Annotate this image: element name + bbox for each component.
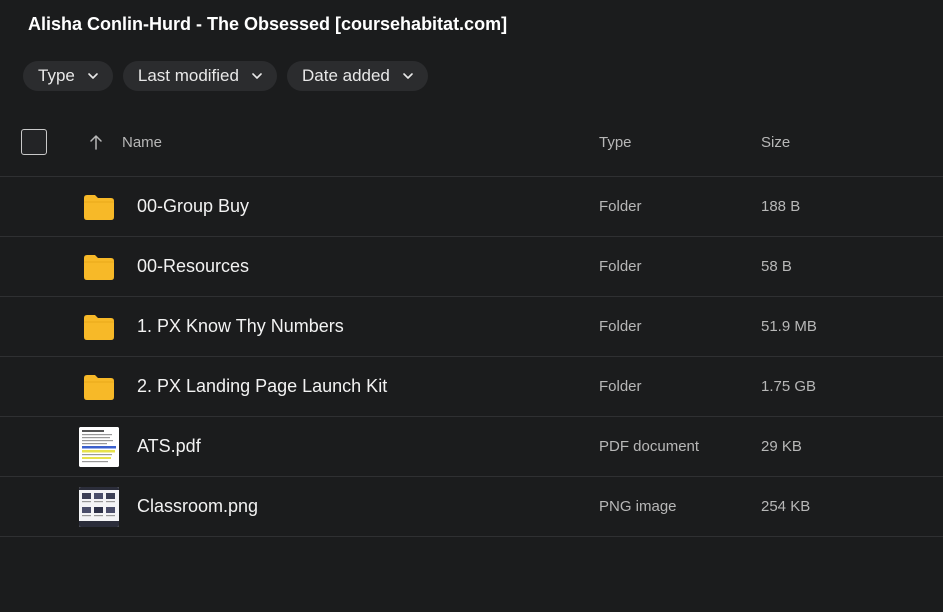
table-row[interactable]: ATS.pdf PDF document 29 KB xyxy=(0,417,943,477)
table-row[interactable]: Classroom.png PNG image 254 KB xyxy=(0,477,943,537)
row-type: Folder xyxy=(599,378,642,395)
row-name: 2. PX Landing Page Launch Kit xyxy=(137,376,388,396)
column-header-name[interactable]: Name xyxy=(122,134,162,151)
row-name: 00-Group Buy xyxy=(137,196,250,216)
row-size: 254 KB xyxy=(761,498,811,515)
row-name: ATS.pdf xyxy=(137,436,201,456)
row-name: 00-Resources xyxy=(137,256,250,276)
row-name: 1. PX Know Thy Numbers xyxy=(137,316,344,336)
chevron-down-icon xyxy=(252,73,262,79)
table-row[interactable]: 1. PX Know Thy Numbers Folder 51.9 MB xyxy=(0,297,943,357)
row-size: 188 B xyxy=(761,198,801,215)
folder-icon xyxy=(84,315,114,340)
chevron-down-icon xyxy=(403,73,413,79)
column-header-type[interactable]: Type xyxy=(599,134,632,151)
file-browser: Alisha Conlin-Hurd - The Obsessed [cours… xyxy=(0,0,943,612)
row-size: 51.9 MB xyxy=(761,318,817,335)
table-header: Name Type Size xyxy=(0,117,943,177)
filter-date-added-label: Date added xyxy=(301,66,390,85)
row-size: 1.75 GB xyxy=(761,378,817,395)
column-header-size[interactable]: Size xyxy=(761,134,790,151)
folder-title: Alisha Conlin-Hurd - The Obsessed [cours… xyxy=(28,14,508,34)
filter-last-modified-label: Last modified xyxy=(137,66,239,85)
arrow-up-icon[interactable] xyxy=(88,133,104,151)
table-row[interactable]: 00-Resources Folder 58 B xyxy=(0,237,943,297)
row-type: PDF document xyxy=(599,438,700,455)
table-row[interactable]: 00-Group Buy Folder 188 B xyxy=(0,177,943,237)
select-all-checkbox[interactable] xyxy=(21,129,47,155)
filter-type-button[interactable]: Type xyxy=(23,61,113,91)
image-thumbnail-icon xyxy=(79,487,119,527)
filter-date-added-button[interactable]: Date added xyxy=(286,61,428,91)
filter-last-modified-button[interactable]: Last modified xyxy=(122,61,277,91)
pdf-thumbnail-icon xyxy=(79,427,119,467)
row-size: 29 KB xyxy=(761,438,802,455)
folder-icon xyxy=(84,255,114,280)
row-type: Folder xyxy=(599,258,642,275)
row-type: Folder xyxy=(599,318,642,335)
filter-bar: Type Last modified Date added xyxy=(23,61,428,91)
table-row[interactable]: 2. PX Landing Page Launch Kit Folder 1.7… xyxy=(0,357,943,417)
folder-icon xyxy=(84,375,114,400)
chevron-down-icon xyxy=(88,73,98,79)
row-type: PNG image xyxy=(599,498,677,515)
filter-type-label: Type xyxy=(38,66,75,85)
folder-icon xyxy=(84,195,114,220)
row-size: 58 B xyxy=(761,258,792,275)
row-type: Folder xyxy=(599,198,642,215)
row-name: Classroom.png xyxy=(137,496,259,516)
